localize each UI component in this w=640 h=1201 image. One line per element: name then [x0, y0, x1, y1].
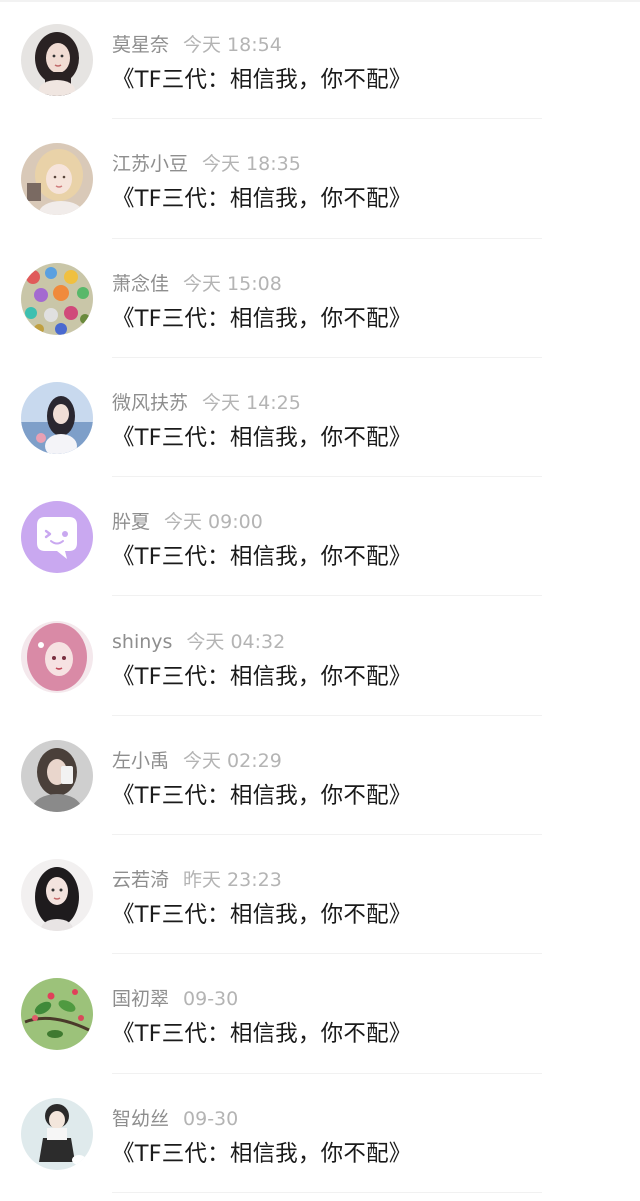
comment-item: 微风扶苏 今天 14:25 《TF三代：相信我，你不配》 — [0, 358, 640, 478]
mirror-selfie-avatar[interactable] — [21, 739, 93, 812]
comment-text: 《TF三代：相信我，你不配》 — [112, 305, 412, 332]
comment-text: 《TF三代：相信我，你不配》 — [112, 663, 412, 690]
comment-item: 莫星奈 今天 18:54 《TF三代：相信我，你不配》 — [0, 0, 640, 120]
pink-hair-girl-avatar[interactable] — [21, 620, 93, 693]
comment-time: 今天 15:08 — [183, 272, 282, 295]
username[interactable]: 莫星奈 — [112, 34, 169, 56]
comment-text: 《TF三代：相信我，你不配》 — [112, 902, 412, 929]
username[interactable]: 微风扶苏 — [112, 392, 188, 414]
comment-text: 《TF三代：相信我，你不配》 — [112, 67, 412, 93]
username[interactable]: 肸夏 — [112, 511, 150, 533]
username[interactable]: 云若渏 — [112, 869, 169, 891]
username[interactable]: 左小禹 — [112, 750, 169, 772]
username[interactable]: 智幼丝 — [112, 1108, 169, 1130]
comment-time: 今天 18:54 — [183, 34, 282, 56]
comment-text: 《TF三代：相信我，你不配》 — [112, 186, 412, 213]
comment-item: 萧念佳 今天 15:08 《TF三代：相信我，你不配》 — [0, 239, 640, 358]
comment-item: 国初翠 09-30 《TF三代：相信我，你不配》 — [0, 954, 640, 1074]
comment-text: 《TF三代：相信我，你不配》 — [112, 544, 412, 571]
comment-text: 《TF三代：相信我，你不配》 — [112, 1140, 412, 1167]
comment-text: 《TF三代：相信我，你不配》 — [112, 782, 412, 809]
comment-meta: 微风扶苏 今天 14:25 — [112, 388, 301, 414]
comment-meta: 肸夏 今天 09:00 — [112, 507, 263, 533]
portrait-black-hair-girl-avatar[interactable] — [21, 859, 93, 932]
comment-meta: 萧念佳 今天 15:08 — [112, 269, 282, 295]
comment-meta: 江苏小豆 今天 18:35 — [112, 149, 301, 175]
comment-time: 昨天 23:23 — [183, 869, 282, 892]
sticker-collage-avatar[interactable] — [21, 262, 93, 335]
username[interactable]: 江苏小豆 — [112, 153, 188, 175]
comment-item: 左小禹 今天 02:29 《TF三代：相信我，你不配》 — [0, 716, 640, 836]
comment-item: shinys 今天 04:32 《TF三代：相信我，你不配》 — [0, 597, 640, 716]
username[interactable]: 国初翠 — [112, 988, 169, 1010]
comment-meta: shinys 今天 04:32 — [112, 627, 285, 653]
comment-meta: 云若渏 昨天 23:23 — [112, 865, 282, 891]
divider — [112, 1191, 542, 1193]
comment-meta: 莫星奈 今天 18:54 — [112, 30, 282, 56]
comment-text: 《TF三代：相信我，你不配》 — [112, 1021, 412, 1048]
portrait-dark-hair-avatar[interactable] — [21, 24, 93, 96]
comment-item: 江苏小豆 今天 18:35 《TF三代：相信我，你不配》 — [0, 119, 640, 239]
comment-time: 今天 18:35 — [202, 153, 301, 176]
username[interactable]: 萧念佳 — [112, 273, 169, 295]
username[interactable]: shinys — [112, 631, 172, 653]
comment-meta: 左小禹 今天 02:29 — [112, 746, 282, 772]
comment-time: 09-30 — [183, 1107, 239, 1130]
comment-time: 今天 14:25 — [202, 391, 301, 414]
purple-chat-bubble-avatar[interactable] — [21, 501, 93, 574]
green-plant-avatar[interactable] — [21, 978, 93, 1051]
comment-item: 云若渏 昨天 23:23 《TF三代：相信我，你不配》 — [0, 835, 640, 955]
comment-time: 09-30 — [183, 988, 239, 1011]
comment-time: 今天 02:29 — [183, 749, 282, 772]
comment-time: 今天 04:32 — [186, 630, 286, 653]
comment-text: 《TF三代：相信我，你不配》 — [112, 424, 412, 451]
comment-item: 肸夏 今天 09:00 《TF三代：相信我，你不配》 — [0, 477, 640, 597]
comment-item: 智幼丝 09-30 《TF三代：相信我，你不配》 — [0, 1074, 640, 1193]
portrait-blonde-girl-avatar[interactable] — [21, 143, 93, 216]
illustrated-boy-avatar[interactable] — [21, 1097, 93, 1170]
comment-time: 今天 09:00 — [164, 511, 263, 534]
comment-meta: 智幼丝 09-30 — [112, 1104, 238, 1130]
comment-meta: 国初翠 09-30 — [112, 984, 238, 1010]
portrait-sky-girl-avatar[interactable] — [21, 381, 93, 454]
